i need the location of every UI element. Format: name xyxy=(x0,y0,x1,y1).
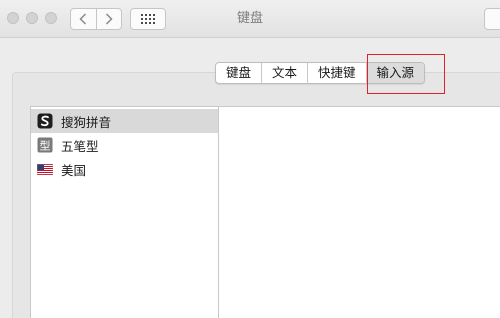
search-field[interactable] xyxy=(484,8,500,30)
title-bar: 键盘 xyxy=(0,0,500,38)
zoom-window-button[interactable] xyxy=(45,12,57,24)
minimize-window-button[interactable] xyxy=(26,12,38,24)
back-button[interactable] xyxy=(71,9,96,29)
tab-input-sources[interactable]: 输入源 xyxy=(365,63,425,83)
grid-icon xyxy=(141,14,155,24)
forward-button[interactable] xyxy=(95,9,122,29)
tab-shortcuts[interactable]: 快捷键 xyxy=(307,63,366,83)
show-all-button[interactable] xyxy=(130,8,166,30)
list-item-wubi[interactable]: 型 五笔型 xyxy=(31,133,218,157)
back-forward-group xyxy=(70,8,122,30)
tab-bar: 键盘 文本 快捷键 输入源 xyxy=(215,62,426,84)
list-item-label: 美国 xyxy=(61,162,87,178)
input-source-detail-pane xyxy=(219,106,500,318)
list-item-us[interactable]: 美国 xyxy=(31,157,218,181)
chevron-left-icon xyxy=(79,13,87,25)
chevron-right-icon xyxy=(105,13,113,25)
tab-text[interactable]: 文本 xyxy=(261,63,307,83)
us-flag-icon xyxy=(37,161,53,177)
list-item-sogou[interactable]: 搜狗拼音 xyxy=(31,109,218,133)
tab-keyboard[interactable]: 键盘 xyxy=(216,63,261,83)
svg-text:型: 型 xyxy=(40,138,51,152)
list-item-label: 五笔型 xyxy=(61,138,99,154)
list-item-label: 搜狗拼音 xyxy=(61,114,112,130)
sogou-s-icon xyxy=(37,113,53,129)
wubi-xing-icon: 型 xyxy=(37,137,53,153)
input-source-list: 搜狗拼音 型 五笔型 美国 xyxy=(30,106,219,318)
close-window-button[interactable] xyxy=(7,12,19,24)
